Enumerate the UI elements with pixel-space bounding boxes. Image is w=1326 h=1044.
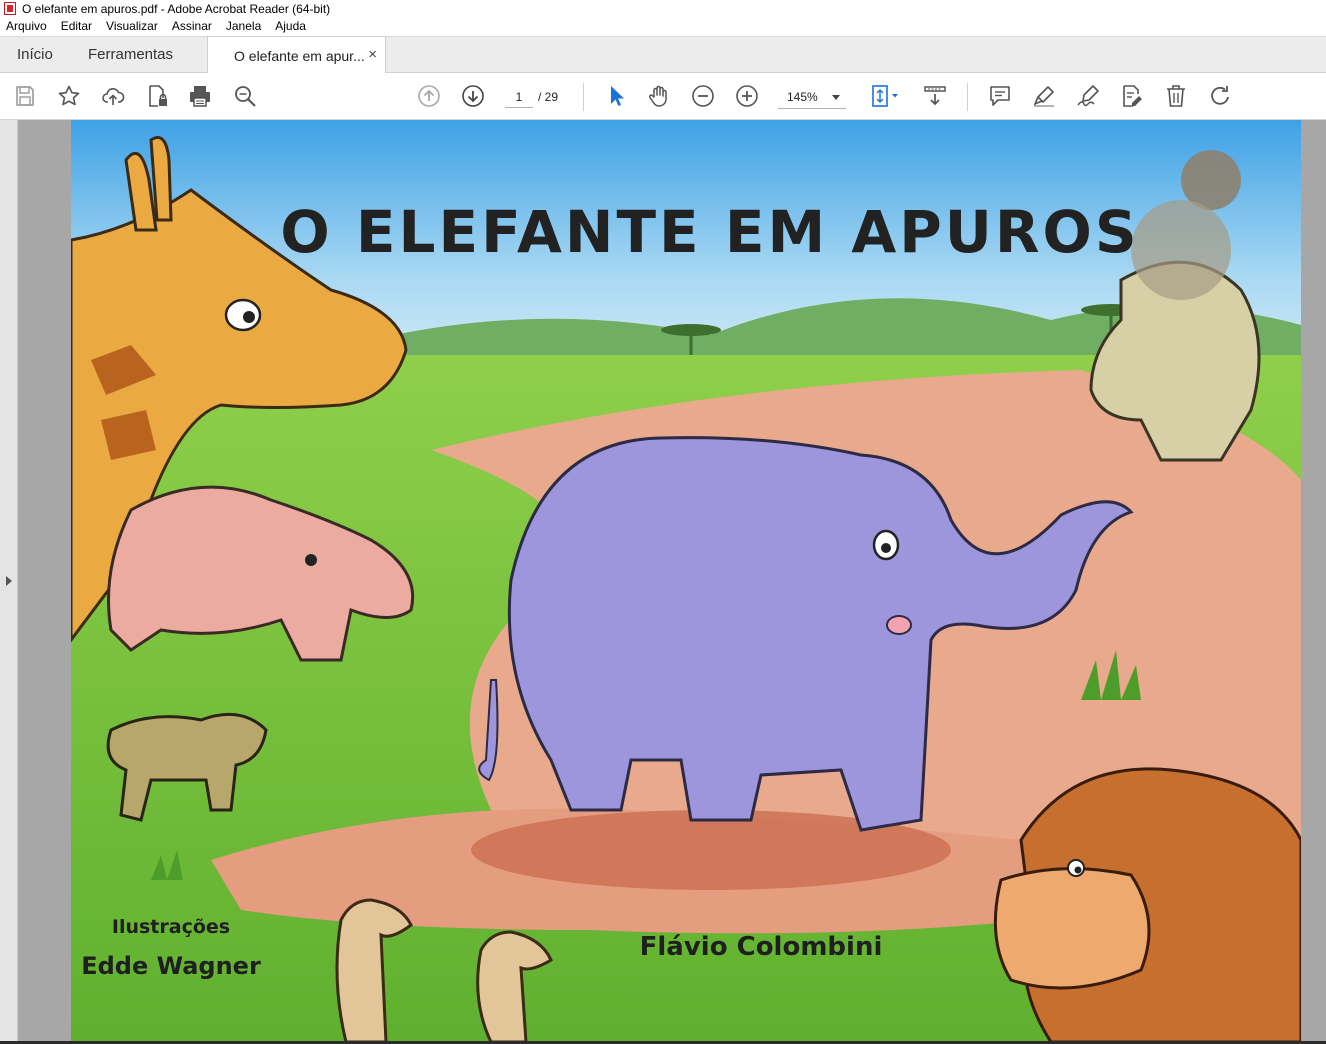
print-button[interactable] [187,83,213,109]
protect-button[interactable] [144,83,170,109]
delete-button[interactable] [1163,83,1189,109]
cover-title: O ELEFANTE EM APUROS [280,198,1140,266]
illustrator-name: Edde Wagner [81,952,261,980]
print-icon [190,86,210,107]
zoom-value: 145% [787,90,818,104]
previous-page-button[interactable] [416,83,442,109]
tab-bar: Início Ferramentas O elefante em apur...… [0,36,1326,74]
zoom-out-icon [692,85,714,107]
toolbar: 1 / 29 145% [0,73,1326,120]
menu-assinar[interactable]: Assinar [165,17,219,36]
tab-document[interactable]: O elefante em apur... × [207,36,386,74]
hand-tool-icon [649,85,667,107]
author-name: Flávio Colombini [639,932,883,962]
fit-page-icon [872,85,898,107]
search-button[interactable] [232,83,258,109]
tab-tools[interactable]: Ferramentas [88,37,173,73]
rotate-icon [1211,86,1229,105]
toolbar-divider [583,83,584,111]
page-up-icon [418,85,440,107]
close-tab-button[interactable]: × [368,46,377,64]
toolbar-divider [967,83,968,111]
expand-arrow-icon [6,576,12,586]
upload-cloud-icon [102,88,125,105]
search-zoom-icon [235,86,256,107]
document-area[interactable]: O ELEFANTE EM APUROS Ilustrações Edde Wa… [0,120,1326,1044]
tab-home[interactable]: Início [17,37,53,73]
save-icon [16,86,34,106]
page-total: / 29 [538,90,559,104]
chevron-down-icon [832,95,840,100]
bookmark-button[interactable] [56,83,82,109]
scroll-mode-icon [924,86,946,106]
select-cursor-icon [611,86,624,106]
tab-document-label: O elefante em apur... [234,47,365,64]
edit-pdf-button[interactable] [1119,83,1145,109]
menu-bar: Arquivo Editar Visualizar Assinar Janela… [0,17,1326,36]
zoom-in-button[interactable] [734,83,760,109]
bookmark-star-icon [58,85,80,106]
pdf-page[interactable]: O ELEFANTE EM APUROS Ilustrações Edde Wa… [71,120,1301,1042]
window-title: O elefante em apuros.pdf - Adobe Acrobat… [22,1,331,16]
zoom-out-button[interactable] [690,83,716,109]
rotate-button[interactable] [1207,83,1233,109]
page-down-icon [462,85,484,107]
protect-file-icon [149,85,167,107]
sign-icon [1077,85,1099,107]
highlight-icon [1033,86,1054,107]
scroll-mode-button[interactable] [922,83,948,109]
zoom-in-icon [736,85,758,107]
menu-janela[interactable]: Janela [219,17,268,36]
navigation-pane-toggle[interactable] [0,120,18,1044]
next-page-button[interactable] [460,83,486,109]
upload-button[interactable] [100,83,126,109]
acrobat-icon [4,2,16,15]
menu-visualizar[interactable]: Visualizar [99,17,165,36]
save-button[interactable] [12,83,38,109]
highlight-button[interactable] [1031,83,1057,109]
fit-page-button[interactable] [868,83,904,109]
menu-editar[interactable]: Editar [54,17,99,36]
illustrations-label: Ilustrações [111,916,231,938]
hand-tool-button[interactable] [646,83,672,109]
comment-icon [990,86,1010,106]
select-tool-button[interactable] [603,83,629,109]
zoom-select[interactable]: 145% [778,85,846,109]
menu-ajuda[interactable]: Ajuda [268,17,313,36]
comment-button[interactable] [987,83,1013,109]
delete-icon [1167,85,1185,107]
page-number-input[interactable]: 1 [505,86,533,108]
title-bar: O elefante em apuros.pdf - Adobe Acrobat… [0,0,1326,17]
edit-pdf-icon [1123,85,1142,107]
sign-button[interactable] [1075,83,1101,109]
menu-arquivo[interactable]: Arquivo [0,17,54,36]
